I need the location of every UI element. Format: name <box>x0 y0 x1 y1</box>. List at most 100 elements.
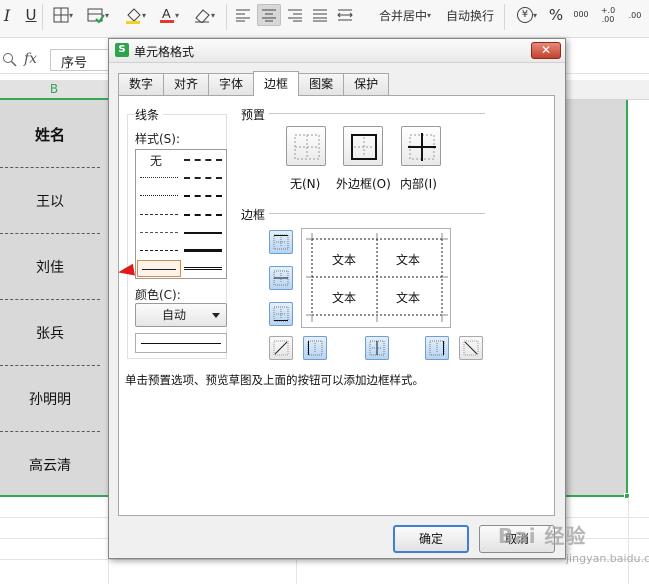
increase-decimal-button[interactable]: +.0 .00 <box>596 4 620 26</box>
eraser-icon <box>194 9 210 23</box>
borders-icon <box>53 7 69 23</box>
currency-button[interactable]: ¥ ▾ <box>512 4 542 26</box>
tab-border[interactable]: 边框 <box>253 71 300 96</box>
preset-inside-icon <box>408 133 436 161</box>
borders-button[interactable]: ▾ <box>48 4 78 26</box>
table-cell[interactable]: 刘佳 <box>0 234 100 300</box>
line-style-option[interactable] <box>140 250 178 251</box>
table-cell[interactable]: 高云清 <box>0 432 100 498</box>
cell-style-icon <box>87 8 105 23</box>
style-label: 样式(S): <box>135 132 181 146</box>
preview-text: 文本 <box>332 291 357 305</box>
preview-text: 文本 <box>332 253 357 267</box>
align-center-button[interactable] <box>257 4 281 26</box>
preset-none-button[interactable] <box>286 126 326 166</box>
table-cell[interactable]: 张兵 <box>0 300 100 366</box>
border-top-button[interactable] <box>269 230 293 254</box>
border-inside-vertical-icon <box>369 340 385 356</box>
fill-handle[interactable] <box>624 493 630 499</box>
line-style-option[interactable] <box>184 159 222 161</box>
ok-button[interactable]: 确定 <box>393 525 469 553</box>
table-cell[interactable]: 孙明明 <box>0 366 100 432</box>
thousands-button[interactable]: 000 <box>570 4 592 26</box>
color-select[interactable]: 自动 <box>135 303 227 327</box>
tab-alignment[interactable]: 对齐 <box>163 73 210 95</box>
line-style-option[interactable] <box>140 177 178 178</box>
font-color-icon: A <box>159 6 174 23</box>
fill-color-button[interactable]: ▾ <box>118 4 152 26</box>
formula-input[interactable]: 序号 <box>50 49 110 71</box>
cell-style-button[interactable]: ▾ <box>82 4 114 26</box>
preset-outline-button[interactable] <box>343 126 383 166</box>
border-inside-horizontal-button[interactable] <box>269 266 293 290</box>
line-style-option[interactable] <box>184 232 222 234</box>
decrease-decimal-icon: .00 <box>628 10 642 20</box>
format-cells-dialog: S 单元格格式 ✕ 数字 对齐 字体 边框 图案 保护 线条 样式(S): 无 <box>108 38 566 559</box>
distributed-button[interactable] <box>334 4 356 26</box>
italic-button[interactable]: I <box>0 4 14 26</box>
border-diagonal-down-button[interactable] <box>459 336 483 360</box>
line-style-option[interactable] <box>140 195 178 196</box>
tab-pattern[interactable]: 图案 <box>298 73 345 95</box>
chevron-down-icon: ▾ <box>210 10 215 20</box>
border-diagonal-up-button[interactable] <box>269 336 293 360</box>
align-left-button[interactable] <box>232 4 254 26</box>
wrap-text-button[interactable]: 自动换行 <box>444 4 496 26</box>
border-inside-vertical-button[interactable] <box>365 336 389 360</box>
preset-inside-button[interactable] <box>401 126 441 166</box>
tab-number[interactable]: 数字 <box>118 73 165 95</box>
line-style-option[interactable] <box>140 232 178 233</box>
column-header-b[interactable]: B <box>0 80 108 100</box>
border-preview[interactable]: 文本 文本 文本 文本 <box>301 228 451 328</box>
chevron-down-icon: ▾ <box>141 10 146 20</box>
wps-app-icon: S <box>115 43 129 57</box>
line-style-option[interactable] <box>184 249 222 252</box>
line-style-none[interactable]: 无 <box>150 152 162 169</box>
chevron-down-icon: ▾ <box>68 10 73 20</box>
line-style-option[interactable] <box>142 269 176 270</box>
presets-group-title: 预置 <box>241 106 270 123</box>
percent-button[interactable]: % <box>546 4 566 26</box>
gridline <box>0 559 649 560</box>
border-bottom-button[interactable] <box>269 302 293 326</box>
lines-group-title: 线条 <box>135 106 164 123</box>
preview-grid <box>306 233 448 322</box>
close-button[interactable]: ✕ <box>531 42 561 59</box>
distributed-align-icon <box>337 9 353 21</box>
percent-icon: % <box>548 6 564 24</box>
tab-font[interactable]: 字体 <box>208 73 255 95</box>
border-tab-panel: 线条 样式(S): 无 颜色(C): 自动 预置 无(N) 外边框(O) 内部(… <box>118 95 555 516</box>
dialog-titlebar[interactable]: S 单元格格式 ✕ <box>109 39 565 63</box>
line-style-option[interactable] <box>184 177 222 179</box>
chevron-down-icon <box>212 313 220 318</box>
preview-text: 文本 <box>396 253 421 267</box>
diagonal-down-icon <box>463 340 479 356</box>
table-cell[interactable]: 王以 <box>0 168 100 234</box>
font-color-button[interactable]: A ▾ <box>154 4 184 26</box>
hint-text: 单击预置选项、预览草图及上面的按钮可以添加边框样式。 <box>125 373 424 387</box>
preset-none-label: 无(N) <box>290 177 321 191</box>
line-style-list[interactable]: 无 <box>135 149 227 279</box>
separator <box>226 4 227 30</box>
watermark-logo: Bai 经验 <box>498 524 587 548</box>
clear-format-button[interactable]: ▾ <box>188 4 220 26</box>
justify-button[interactable] <box>309 4 331 26</box>
separator <box>504 4 505 30</box>
line-style-option[interactable] <box>184 267 222 270</box>
zoom-icon[interactable] <box>2 52 18 68</box>
line-style-option[interactable] <box>184 195 222 197</box>
line-style-option[interactable] <box>140 214 178 215</box>
fx-icon[interactable]: fx <box>24 51 37 67</box>
tab-protection[interactable]: 保护 <box>343 73 390 95</box>
underline-button[interactable]: U <box>20 4 42 26</box>
line-style-option[interactable] <box>184 214 222 216</box>
decrease-decimal-button[interactable]: .00 <box>624 4 646 26</box>
preset-none-icon <box>294 134 320 160</box>
cell-b-header[interactable]: 姓名 <box>0 102 100 168</box>
preset-outline-icon <box>351 134 377 160</box>
align-right-button[interactable] <box>284 4 306 26</box>
border-left-button[interactable] <box>303 336 327 360</box>
border-right-button[interactable] <box>425 336 449 360</box>
merge-center-button[interactable]: 合并居中 ▾ <box>376 4 434 26</box>
border-top-icon <box>273 234 289 250</box>
